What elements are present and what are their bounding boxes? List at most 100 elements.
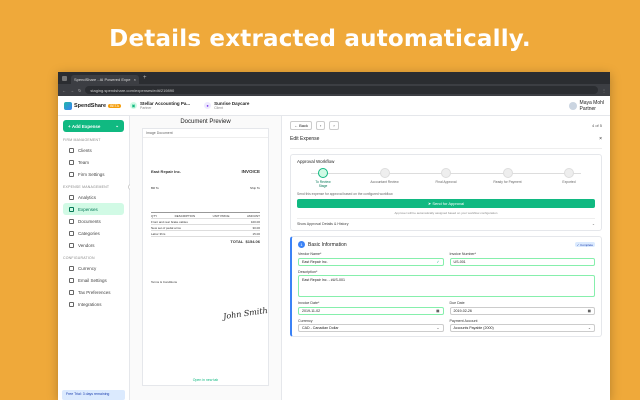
basic-info-header[interactable]: 1 Basic Information ✓ Complete [298, 241, 595, 248]
line-desc: Labor 3hrs [151, 231, 166, 236]
step-to-review[interactable]: To Review Stage [303, 168, 343, 188]
sidebar-item-label: Analytics [78, 194, 97, 200]
step-final-approval[interactable]: Final Approval [426, 168, 466, 184]
user-icon: ● [204, 101, 212, 109]
tab-strip: SpendShare - AI Powered Expe × + [58, 72, 610, 84]
sidebar-item-label: Tax Preferences [78, 289, 111, 295]
step-ready-for-payment[interactable]: Ready for Payment [488, 168, 528, 184]
check-icon: ✓ [436, 259, 440, 264]
sidebar-item-expenses[interactable]: Expenses [63, 203, 124, 215]
add-expense-label: Add Expense [71, 123, 101, 129]
invoice-number-value: US-001 [453, 259, 466, 264]
sidebar-item-label: Team [78, 159, 90, 165]
browser-tab[interactable]: SpendShare - AI Powered Expe × [71, 75, 139, 84]
step-icon [379, 168, 390, 178]
url-input[interactable]: staging.spendshare.com/expenses/edit/219… [85, 86, 598, 94]
tax-icon [69, 289, 74, 295]
org-switcher-partner[interactable]: ▣ Stellar Accounting Pa... Partner [130, 101, 190, 111]
user-menu[interactable]: Maya Mohl Partner [568, 99, 604, 112]
currency-select[interactable]: CAD - Canadian Dollar ⌄ [298, 324, 444, 332]
due-date-field[interactable]: 2019-02-26 ▦ [449, 306, 595, 315]
status-badge-label: Complete [580, 242, 593, 247]
sidebar-item-clients[interactable]: Clients [63, 144, 124, 156]
address-bar: ← → ↻ staging.spendshare.com/expenses/ed… [58, 84, 610, 96]
reload-icon[interactable]: ↻ [78, 88, 81, 93]
org-switcher-client[interactable]: ● Sunrise Daycare Client [204, 101, 249, 111]
terms-label: Terms & Conditions [151, 280, 178, 284]
edit-expense-panel: ← Back ‹ › 4 of 5 Edit Expense × Approva… [282, 116, 610, 400]
description-field[interactable]: East Repair Inc. - #US-001 [298, 275, 595, 297]
step-label: Exported [562, 180, 576, 184]
app-logo[interactable]: SpendShare BETA [64, 101, 130, 110]
show-approval-details-toggle[interactable]: Show Approval Details & History ⌄ [297, 218, 595, 226]
step-accountant-review[interactable]: Accountant Review [365, 168, 405, 184]
sidebar-item-team[interactable]: Team [63, 156, 124, 168]
currency-value: CAD - Canadian Dollar [302, 326, 339, 330]
line-amount: 30.00 [252, 225, 260, 230]
vendor-field[interactable]: East Repair Inc. ✓ [298, 257, 444, 266]
prev-icon[interactable]: ‹ [316, 120, 326, 130]
sidebar-item-currency[interactable]: Currency [63, 262, 124, 274]
total-value: $154.06 [245, 239, 260, 244]
back-label: Back [299, 122, 309, 128]
logo-icon [64, 101, 72, 110]
forward-arrow-icon[interactable]: → [70, 88, 74, 93]
sidebar-item-tax-preferences[interactable]: Tax Preferences [63, 286, 124, 298]
workflow-steps: To Review Stage Accountant Review Final A… [297, 168, 595, 188]
line-desc: Front and rear brake cables [151, 219, 188, 224]
invoice-date-field[interactable]: 2019-11-02 ▦ [298, 306, 444, 315]
next-icon[interactable]: › [329, 120, 339, 130]
browser-menu-icon[interactable]: ⋮ [602, 88, 606, 93]
analytics-icon [69, 194, 74, 200]
calendar-icon: ▦ [587, 308, 591, 313]
ship-to-label: Ship To [250, 186, 260, 190]
new-tab-icon[interactable]: + [143, 75, 147, 81]
section-firm: FIRM MANAGEMENT [63, 138, 101, 142]
invoice-total: TOTAL $154.06 [151, 239, 260, 244]
chevron-down-icon: ⌄ [436, 326, 440, 330]
sidebar-item-categories[interactable]: Categories [63, 227, 124, 239]
sidebar-item-documents[interactable]: Documents [63, 215, 124, 227]
invoice-line: Labor 3hrs 15.00 [151, 231, 260, 237]
step-label: Ready for Payment [493, 180, 522, 184]
trial-banner[interactable]: Free Trial: 3 days remaining [62, 390, 125, 400]
add-expense-button[interactable]: + Add Expense ⌄ [63, 120, 124, 132]
sidebar-item-label: Integrations [78, 301, 102, 307]
sidebar-item-analytics[interactable]: Analytics [63, 191, 124, 203]
sidebar-item-email-settings[interactable]: Email Settings [63, 274, 124, 286]
invoice-image: East Repair Inc. INVOICE Bill To Ship To… [151, 169, 260, 284]
step-exported[interactable]: Exported [549, 168, 589, 184]
send-for-approval-button[interactable]: ➤ Send for Approval [297, 199, 595, 208]
invoice-number-field[interactable]: US-001 [449, 257, 595, 266]
chevron-down-icon: ⌄ [587, 326, 591, 330]
tab-menu-icon[interactable] [62, 75, 67, 81]
sidebar-item-integrations[interactable]: Integrations [63, 298, 124, 310]
back-button[interactable]: ← Back [290, 120, 313, 130]
workflow-title: Approval Workflow [297, 159, 335, 164]
user-name: Maya Mohl [579, 99, 604, 106]
preview-title: Document Preview [180, 119, 231, 125]
step-label: Final Approval [435, 180, 457, 184]
sidebar-item-vendors[interactable]: Vendors [63, 239, 124, 251]
avatar [568, 101, 577, 110]
open-in-new-tab-link[interactable]: Open in new tab [143, 378, 268, 382]
sidebar-item-label: Currency [78, 265, 97, 271]
desc-header: DESCRIPTION [174, 213, 196, 218]
due-date-value: 2019-02-26 [453, 308, 472, 313]
sidebar-item-firm-settings[interactable]: Firm Settings [63, 168, 124, 180]
signature: John Smith [222, 305, 269, 322]
app-header: SpendShare BETA ▣ Stellar Accounting Pa.… [58, 96, 610, 116]
invoice-date-label: Invoice Date* [298, 301, 320, 305]
step-sub: Stage [318, 184, 328, 188]
vendors-icon [69, 242, 74, 248]
close-icon[interactable]: × [134, 77, 136, 82]
payment-account-select[interactable]: Accounts Payable (2000) ⌄ [449, 324, 595, 332]
sidebar-item-label: Expenses [78, 206, 98, 212]
amount-header: AMOUNT [247, 213, 260, 218]
back-arrow-icon[interactable]: ← [62, 88, 66, 93]
close-icon[interactable]: × [599, 136, 602, 142]
step-icon [502, 168, 513, 178]
tab-title: SpendShare - AI Powered Expe [74, 77, 131, 82]
section-expense: EXPENSE MANAGEMENT [63, 185, 110, 189]
email-icon [69, 277, 74, 283]
